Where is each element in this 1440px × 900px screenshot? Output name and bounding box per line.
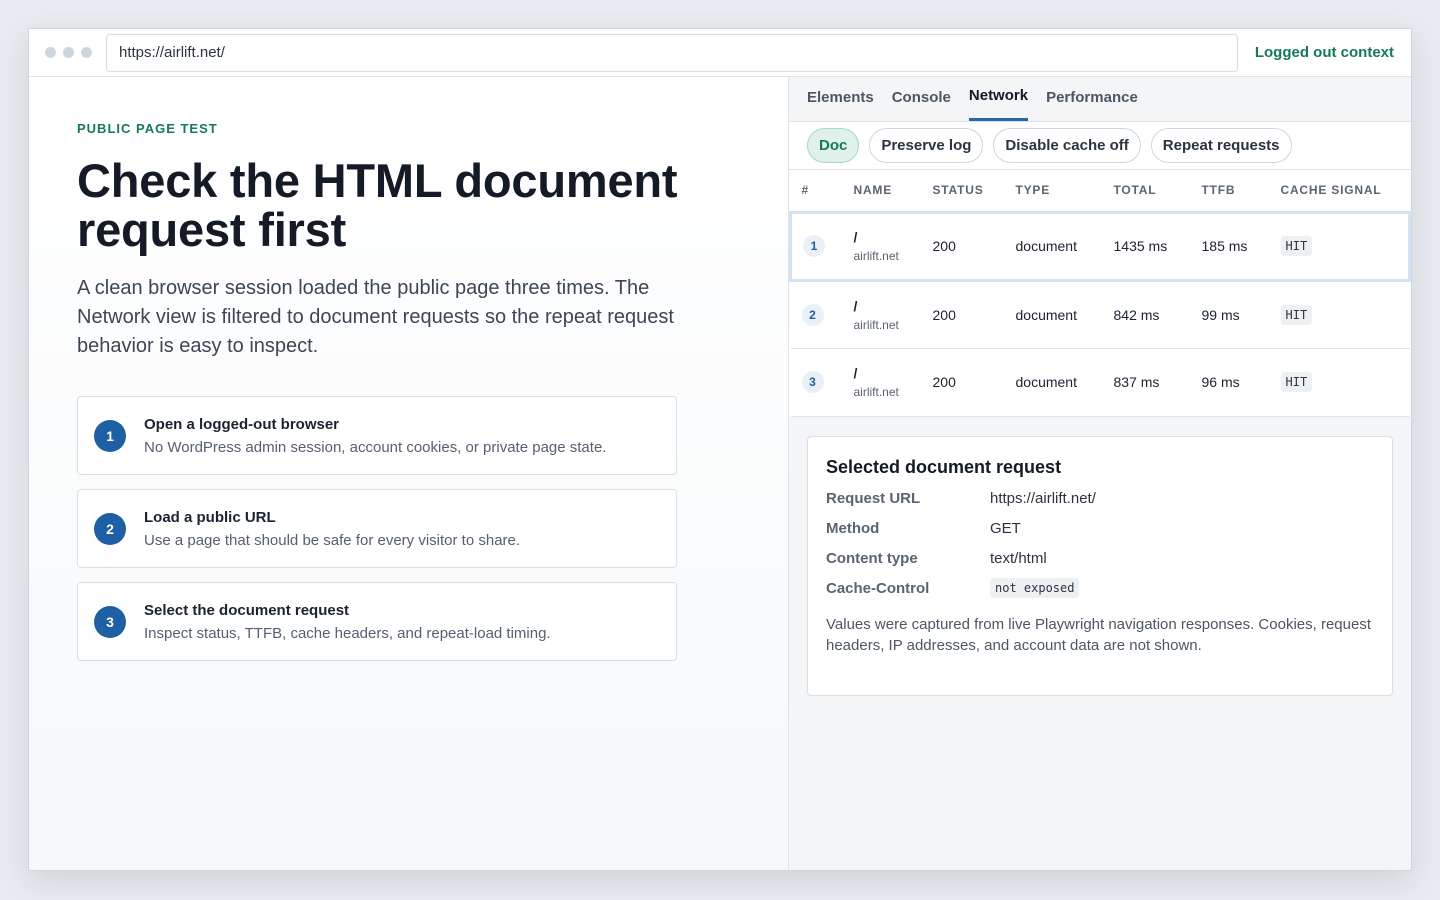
column-header[interactable]: CACHE SIGNAL [1269, 170, 1410, 213]
browser-window: https://airlift.net/ Logged out context … [28, 28, 1412, 871]
request-name: / [853, 297, 858, 314]
request-status: 200 [921, 210, 1005, 282]
detail-value: not exposed [990, 578, 1080, 598]
window-dot-icon[interactable] [63, 47, 74, 58]
step-card: 1 Open a logged-out browser No WordPress… [77, 396, 677, 475]
column-header[interactable]: STATUS [921, 170, 1005, 213]
step-title: Load a public URL [144, 508, 276, 526]
cache-badge: HIT [1280, 372, 1313, 392]
request-ttfb: 185 ms [1190, 210, 1270, 282]
step-card: 3 Select the document request Inspect st… [77, 582, 677, 661]
tab-network[interactable]: Network [968, 87, 1029, 121]
request-ttfb: 99 ms [1190, 280, 1270, 349]
row-number: 1 [803, 235, 825, 257]
detail-title: Selected document request [826, 457, 1062, 477]
tab-performance[interactable]: Performance [1046, 89, 1138, 121]
table-row[interactable]: 1 / airlift.net 200 document 1435 ms 185 … [789, 210, 1411, 282]
page-title: Check the HTML document request first [77, 154, 678, 256]
page-panel: PUBLIC PAGE TEST Check the HTML document… [29, 77, 789, 870]
request-type: document [1004, 348, 1103, 417]
request-total: 842 ms [1102, 280, 1191, 349]
detail-value: https://airlift.net/ [990, 489, 1096, 507]
request-type: document [1004, 210, 1103, 282]
preserve-log-chip[interactable]: Preserve log [869, 128, 984, 163]
cache-badge: HIT [1280, 236, 1313, 256]
column-header[interactable]: TYPE [1004, 170, 1103, 213]
request-total: 837 ms [1102, 348, 1191, 417]
request-status: 200 [921, 348, 1005, 417]
detail-key: Request URL [826, 489, 921, 507]
detail-key: Content type [826, 549, 918, 567]
request-name: / [853, 229, 858, 245]
detail-field: Method GET [826, 518, 1374, 538]
detail-note: Values were captured from live Playwrigh… [826, 616, 1371, 654]
detail-key: Method [826, 519, 880, 537]
request-host: airlift.net [853, 317, 899, 332]
browser-toolbar: https://airlift.net/ Logged out context [29, 29, 1411, 77]
step-description: No WordPress admin session, account cook… [144, 438, 607, 456]
request-total: 1435 ms [1102, 210, 1191, 282]
window-dot-icon[interactable] [81, 47, 92, 58]
detail-value: GET [990, 519, 1021, 537]
request-host: airlift.net [853, 249, 899, 263]
table-row[interactable]: 2 / airlift.net 200 document 842 ms 99 ms… [790, 280, 1410, 349]
request-host: airlift.net [853, 385, 899, 399]
request-detail-panel: Selected document request Request URL ht… [807, 436, 1393, 696]
step-card: 2 Load a public URL Use a page that shou… [77, 489, 677, 568]
eyebrow: PUBLIC PAGE TEST [77, 121, 218, 136]
window-controls [45, 47, 92, 58]
cache-badge: HIT [1280, 304, 1313, 325]
detail-field: Content type text/html [826, 548, 1374, 568]
tab-console[interactable]: Console [892, 89, 951, 121]
step-title: Open a logged-out browser [144, 415, 340, 433]
request-name: / [853, 365, 858, 381]
column-header[interactable]: TTFB [1190, 170, 1270, 213]
step-number: 2 [94, 512, 126, 545]
column-header[interactable]: # [790, 170, 843, 213]
disable-cache-chip[interactable]: Disable cache off [993, 128, 1141, 163]
detail-field: Request URL https://airlift.net/ [826, 488, 1374, 508]
row-number: 3 [801, 371, 824, 393]
repeat-requests-chip[interactable]: Repeat requests [1150, 128, 1292, 163]
request-type: document [1004, 280, 1103, 349]
window-dot-icon[interactable] [45, 47, 56, 58]
column-header[interactable]: NAME [842, 170, 922, 213]
detail-field: Cache-Control not exposed [826, 578, 1374, 598]
devtools-tabs: Elements Console Network Performance [789, 77, 1411, 122]
table-row[interactable]: 3 / airlift.net 200 document 837 ms 96 ms… [790, 348, 1410, 417]
step-title: Select the document request [144, 601, 350, 619]
column-header[interactable]: TOTAL [1102, 170, 1191, 213]
tab-elements[interactable]: Elements [807, 89, 874, 121]
step-description: Inspect status, TTFB, cache headers, and… [144, 624, 551, 642]
step-number: 1 [94, 419, 126, 452]
request-ttfb: 96 ms [1190, 348, 1270, 417]
request-status: 200 [921, 280, 1005, 349]
devtools-panel: Elements Console Network Performance Doc… [789, 77, 1411, 870]
network-filters: Doc Preserve log Disable cache off Repea… [789, 122, 1411, 170]
address-bar[interactable]: https://airlift.net/ [106, 33, 1238, 72]
context-label: Logged out context [1254, 44, 1394, 61]
step-description: Use a page that should be safe for every… [144, 531, 521, 549]
step-number: 3 [94, 605, 126, 638]
filter-doc-chip[interactable]: Doc [807, 128, 860, 163]
network-table: # NAME STATUS TYPE TOTAL TTFB CACHE SIGN… [789, 170, 1411, 417]
detail-key: Cache-Control [826, 579, 930, 597]
steps-list: 1 Open a logged-out browser No WordPress… [77, 396, 740, 661]
row-number: 2 [801, 303, 824, 326]
detail-value: text/html [990, 549, 1047, 567]
intro-text: A clean browser session loaded the publi… [77, 277, 674, 357]
